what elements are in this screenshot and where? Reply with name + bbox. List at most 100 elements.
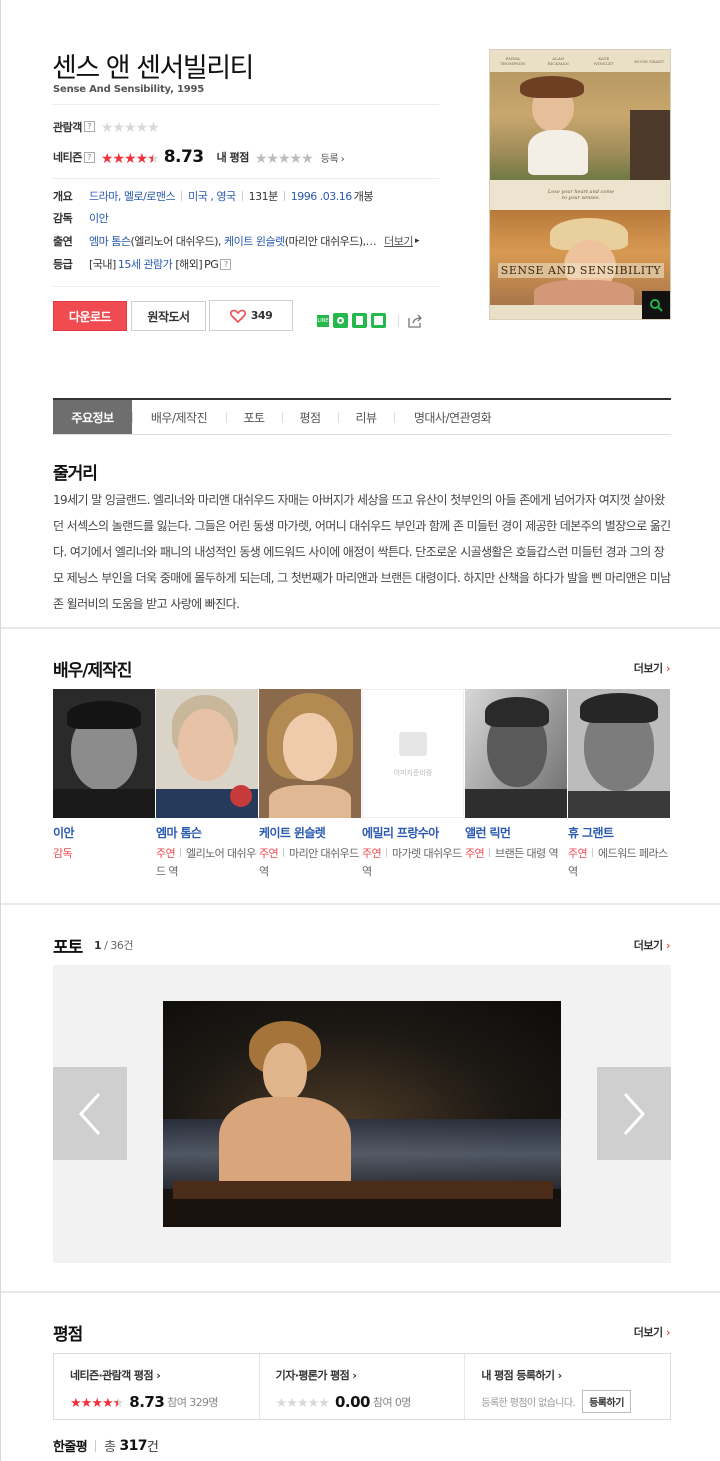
grade-foreign: PG bbox=[204, 257, 219, 271]
photo-more-link[interactable]: 더보기 › bbox=[634, 937, 671, 953]
actor-name[interactable]: 앨런 릭먼 bbox=[465, 824, 567, 841]
poster-tagline-band: Lose your heart and come to your senses. bbox=[490, 180, 670, 210]
next-photo-button[interactable] bbox=[597, 1067, 671, 1160]
audience-rating: 관람객 ? ★★★★★ bbox=[53, 117, 160, 136]
actor-photo[interactable] bbox=[53, 689, 155, 818]
download-button[interactable]: 다운로드 bbox=[53, 301, 127, 331]
critic-rating-count: 참여 0명 bbox=[372, 1395, 411, 1409]
bookmark-share-icon[interactable] bbox=[352, 313, 367, 328]
help-icon[interactable]: ? bbox=[83, 121, 95, 132]
cast-card[interactable]: 이미지준비중 에밀리 프랑수아 주연 마가렛 대쉬우드 역 bbox=[362, 689, 464, 881]
cast-card[interactable]: 휴 그랜트 주연 에드워드 페라스 역 bbox=[568, 689, 670, 881]
photo-section-title: 포토 bbox=[53, 938, 83, 958]
prev-photo-button[interactable] bbox=[53, 1067, 127, 1160]
chevron-right-icon bbox=[623, 1092, 646, 1135]
page-title: 센스 앤 센서빌리티 bbox=[52, 53, 254, 84]
rating-summary: 네티즌·관람객 평점 › ★★★★★ 8.73 참여 329명 기자·평론가 평… bbox=[53, 1353, 671, 1420]
country-link[interactable]: 미국 , 영국 bbox=[188, 188, 236, 204]
tab-cast[interactable]: 배우/제작진 bbox=[132, 400, 226, 434]
actor-role: 주연 마가렛 대쉬우드 역 bbox=[362, 847, 462, 878]
critic-rating-cell[interactable]: 기자·평론가 평점 › ★★★★★ 0.00 참여 0명 bbox=[258, 1354, 465, 1419]
actor-photo[interactable] bbox=[568, 689, 670, 818]
actor-name[interactable]: 에밀리 프랑수아 bbox=[362, 824, 464, 841]
actor-name[interactable]: 이안 bbox=[53, 824, 155, 841]
actor-role: 감독 bbox=[53, 847, 73, 860]
netizen-stars: ★★★★★ bbox=[100, 150, 160, 167]
director-link[interactable]: 이안 bbox=[89, 210, 109, 226]
line-share-icon[interactable]: LINE bbox=[317, 314, 329, 327]
oneline-prefix: 총 bbox=[104, 1440, 116, 1455]
cast-section-title: 배우/제작진 bbox=[53, 661, 132, 681]
cast-row: 출연 엠마 톰슨 (엘리노어 대쉬우드), 케이트 윈슬렛 (마리안 대쉬우드),…… bbox=[53, 233, 420, 249]
cafe-share-icon[interactable] bbox=[371, 313, 386, 328]
poster-image[interactable]: EMMA THOMPSON ALAN RICKMAN KATE WINSLET … bbox=[489, 49, 671, 320]
tab-review[interactable]: 리뷰 bbox=[338, 400, 394, 434]
actor-role: 주연 마리안 대쉬우드 역 bbox=[259, 847, 359, 878]
movie-still-photo[interactable] bbox=[163, 1001, 561, 1227]
poster-title: SENSE AND SENSIBILITY bbox=[490, 256, 670, 284]
genre-link[interactable]: 드라마, 멜로/로맨스 bbox=[89, 188, 176, 204]
tab-main-info[interactable]: 주요정보 bbox=[53, 400, 132, 434]
critic-rating-score: 0.00 bbox=[334, 1392, 371, 1411]
grade-row: 등급 [국내] 15세 관람가 [해외] PG ? bbox=[53, 256, 232, 272]
actor-photo[interactable] bbox=[259, 689, 361, 818]
register-rating-button[interactable]: 등록하기 bbox=[582, 1390, 631, 1413]
like-count: 349 bbox=[250, 309, 273, 322]
cast-label: 출연 bbox=[53, 235, 73, 248]
like-button[interactable]: 349 bbox=[209, 300, 293, 331]
cast-link-2[interactable]: 케이트 윈슬렛 bbox=[224, 233, 285, 249]
grade-domestic-prefix: [국내] bbox=[89, 258, 116, 271]
release-date-link[interactable]: 1996 .03.16 bbox=[291, 190, 352, 203]
critic-rating-stars: ★★★★★ bbox=[275, 1396, 330, 1411]
tab-photo[interactable]: 포토 bbox=[226, 400, 282, 434]
my-rating-cell: 내 평점 등록하기 › 등록한 평점이 없습니다. 등록하기 bbox=[464, 1354, 670, 1419]
share-icon[interactable] bbox=[408, 314, 423, 328]
actor-photo[interactable] bbox=[465, 689, 567, 818]
divider bbox=[53, 178, 439, 179]
movie-subtitle: Sense And Sensibility, 1995 bbox=[53, 84, 204, 95]
help-icon[interactable]: ? bbox=[83, 151, 95, 163]
audience-stars: ★★★★★ bbox=[100, 120, 160, 136]
photo-count: 1 / 36건 bbox=[94, 939, 133, 952]
actor-role: 주연 엘리노어 대쉬우드 역 bbox=[156, 847, 256, 878]
actor-name[interactable]: 케이트 윈슬렛 bbox=[259, 824, 361, 841]
rating-more-link[interactable]: 더보기 › bbox=[634, 1324, 671, 1340]
original-book-button[interactable]: 원작도서 bbox=[131, 301, 206, 331]
my-rating-label: 내 평점 bbox=[216, 151, 250, 164]
section-divider bbox=[1, 903, 720, 905]
actor-photo-placeholder[interactable]: 이미지준비중 bbox=[362, 689, 464, 818]
share-sns-group: LINE bbox=[317, 313, 423, 328]
oneline-label: 한줄평 bbox=[53, 1440, 88, 1455]
main-tabs: 주요정보 배우/제작진 포토 평점 리뷰 명대사/연관영화 bbox=[53, 398, 671, 435]
zoom-button[interactable] bbox=[642, 291, 670, 319]
netizen-rating-label[interactable]: 네티즌·관람객 평점 › bbox=[70, 1367, 259, 1383]
cast-card[interactable]: 앨런 릭먼 주연 브랜든 대령 역 bbox=[465, 689, 567, 863]
image-placeholder-icon bbox=[399, 732, 427, 756]
band-share-icon[interactable] bbox=[333, 313, 348, 328]
cast-link-1[interactable]: 엠마 톰슨 bbox=[89, 233, 131, 249]
search-icon bbox=[650, 299, 663, 312]
netizen-rating-cell[interactable]: 네티즌·관람객 평점 › ★★★★★ 8.73 참여 329명 bbox=[54, 1354, 259, 1419]
director-label: 감독 bbox=[53, 212, 73, 225]
grade-domestic-link[interactable]: 15세 관람가 bbox=[118, 256, 173, 272]
tab-quotes-related[interactable]: 명대사/연관영화 bbox=[394, 400, 511, 434]
my-rating-register-label[interactable]: 내 평점 등록하기 › bbox=[481, 1367, 670, 1383]
divider bbox=[53, 104, 439, 105]
register-rating-link[interactable]: 등록 › bbox=[321, 150, 345, 165]
cast-more-link[interactable]: 더보기 bbox=[384, 233, 413, 249]
critic-rating-label[interactable]: 기자·평론가 평점 › bbox=[276, 1367, 465, 1383]
cast-card[interactable]: 케이트 윈슬렛 주연 마리안 대쉬우드 역 bbox=[259, 689, 361, 881]
my-rating-stars[interactable]: ★★★★★ bbox=[255, 148, 314, 167]
tab-rating[interactable]: 평점 bbox=[282, 400, 338, 434]
cast-card[interactable]: 엠마 톰슨 주연 엘리노어 대쉬우드 역 bbox=[156, 689, 258, 881]
actor-photo[interactable] bbox=[156, 689, 258, 818]
actor-name[interactable]: 휴 그랜트 bbox=[568, 824, 670, 841]
netizen-rating-stars: ★★★★★ bbox=[70, 1396, 124, 1411]
help-icon[interactable]: ? bbox=[220, 258, 232, 270]
poster-credits: EMMA THOMPSON ALAN RICKMAN KATE WINSLET … bbox=[490, 50, 670, 72]
cast-more-link[interactable]: 더보기 › bbox=[634, 660, 671, 676]
actor-name[interactable]: 엠마 톰슨 bbox=[156, 824, 258, 841]
photo-viewer bbox=[53, 965, 671, 1263]
actor-role: 주연 에드워드 페라스 역 bbox=[568, 847, 668, 878]
cast-card[interactable]: 이안 감독 bbox=[53, 689, 155, 863]
